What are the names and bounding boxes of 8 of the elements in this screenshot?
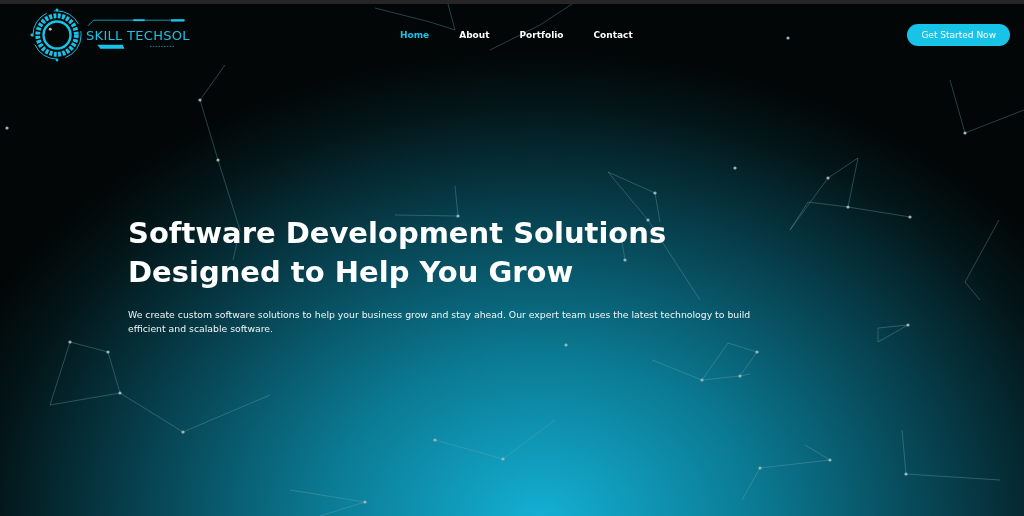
nav-link[interactable]: Contact: [593, 30, 633, 40]
nav-link[interactable]: About: [459, 30, 490, 40]
hero-title: Software Development Solutions Designed to Help You Grow: [128, 215, 668, 291]
nav-link[interactable]: Portfolio: [519, 30, 564, 40]
ring-logo-icon: [30, 8, 84, 62]
hero-description: We create custom software solutions to help your business grow and stay ahead. Our expert team uses the latest technology to build efficient and scalable software.: [128, 308, 752, 336]
nav-link[interactable]: Home: [400, 30, 430, 40]
logo-text[interactable]: SKILL TECHSOL: [86, 27, 190, 43]
